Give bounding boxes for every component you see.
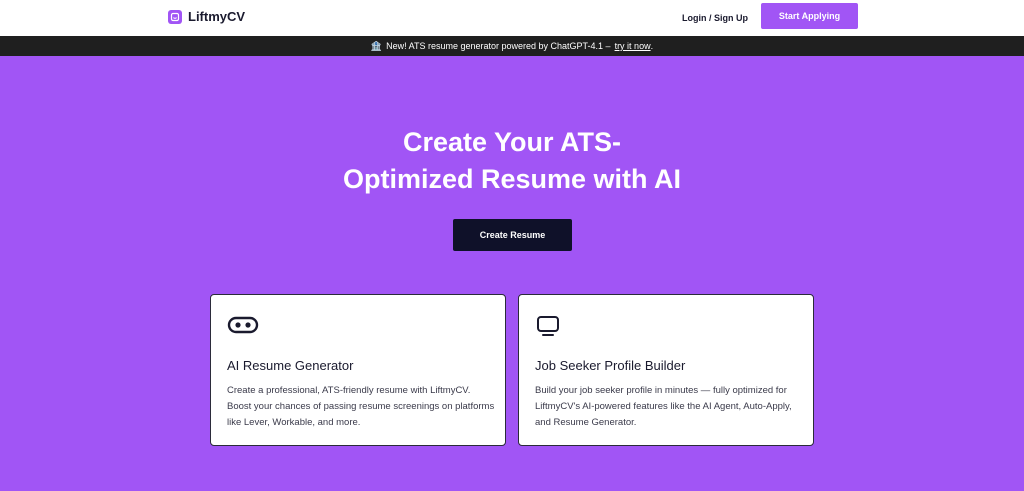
announcement-bar: 🏦 New! ATS resume generator powered by C…	[0, 36, 1024, 56]
card-description: Build your job seeker profile in minutes…	[535, 385, 792, 428]
create-resume-button[interactable]: Create Resume	[453, 219, 572, 251]
logo-text: LiftmyCV	[188, 9, 246, 24]
monitor-icon	[535, 315, 561, 342]
logo-icon	[168, 9, 182, 24]
announcement-suffix: .	[650, 41, 654, 51]
hero-title-line-1: Create Your ATS-	[402, 127, 622, 157]
logo[interactable]: LiftmyCV	[168, 9, 245, 24]
login-signup-link[interactable]: Login / Sign Up	[682, 13, 748, 23]
announcement-text: New! ATS resume generator powered by Cha…	[386, 41, 611, 51]
try-it-now-link[interactable]: try it now	[615, 41, 651, 51]
hero-title: Create Your ATS- Optimized Resume with A…	[0, 124, 1024, 198]
card-title: AI Resume Generator	[227, 358, 354, 373]
top-navigation: LiftmyCV Login / Sign Up Start Applying	[0, 0, 1024, 36]
profile-builder-card[interactable]: Job Seeker Profile Builder Build your jo…	[518, 294, 814, 446]
bank-icon: 🏦	[370, 40, 383, 51]
ai-resume-generator-card[interactable]: AI Resume Generator Create a professiona…	[210, 294, 506, 446]
card-title: Job Seeker Profile Builder	[535, 358, 686, 373]
hero-title-line-2: Optimized Resume with AI	[342, 164, 682, 194]
start-applying-button[interactable]: Start Applying	[761, 3, 858, 29]
card-description: Create a professional, ATS-friendly resu…	[227, 385, 495, 428]
robot-face-icon	[227, 315, 259, 340]
